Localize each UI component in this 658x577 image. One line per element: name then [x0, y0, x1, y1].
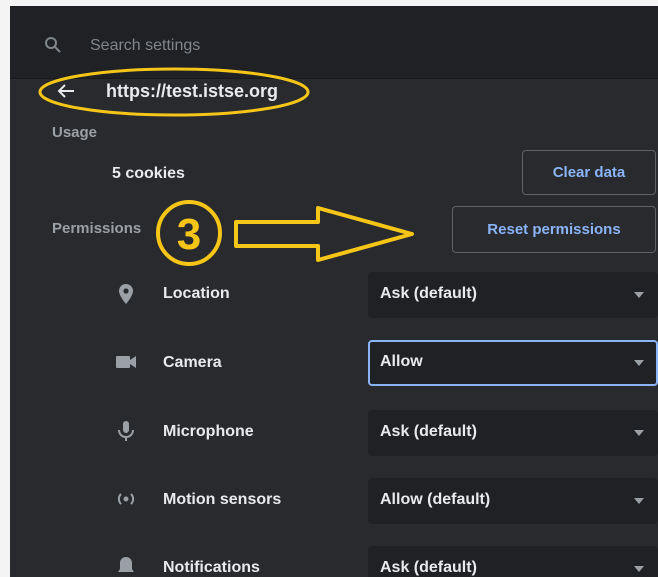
- site-url: https://test.istse.org: [106, 81, 279, 101]
- site-settings-panel: Search settings https://test.istse.org U…: [10, 6, 658, 577]
- permissions-heading: Permissions: [52, 220, 142, 237]
- cookies-count: 5 cookies: [112, 165, 185, 182]
- chevron-down-icon: [634, 292, 644, 298]
- chevron-down-icon: [634, 566, 644, 572]
- notifications-select-value: Ask (default): [380, 559, 477, 576]
- permission-label-location: Location: [163, 285, 230, 302]
- permission-label-microphone: Microphone: [163, 423, 254, 440]
- camera-select-value: Allow: [380, 353, 423, 370]
- notifications-bell-icon: [118, 557, 134, 572]
- chevron-down-icon: [634, 430, 644, 436]
- camera-icon: [116, 356, 136, 368]
- reset-permissions-button[interactable]: Reset permissions: [452, 206, 656, 253]
- usage-heading: Usage: [52, 124, 98, 141]
- chevron-down-icon: [634, 498, 644, 504]
- motion-sensors-select[interactable]: Allow (default): [368, 478, 658, 524]
- back-arrow-icon[interactable]: [56, 81, 76, 101]
- camera-select[interactable]: Allow: [368, 340, 658, 386]
- permission-label-motion-sensors: Motion sensors: [163, 491, 282, 508]
- location-pin-icon: [119, 284, 133, 304]
- location-select-value: Ask (default): [380, 285, 477, 302]
- permission-label-notifications: Notifications: [163, 559, 260, 576]
- location-select[interactable]: Ask (default): [368, 272, 658, 318]
- microphone-icon: [118, 421, 134, 441]
- notifications-select[interactable]: Ask (default): [368, 546, 658, 577]
- search-input[interactable]: Search settings: [90, 37, 200, 55]
- permission-label-camera: Camera: [163, 354, 222, 371]
- microphone-select[interactable]: Ask (default): [368, 410, 658, 456]
- clear-data-button[interactable]: Clear data: [522, 150, 656, 195]
- search-bar[interactable]: Search settings: [10, 6, 658, 79]
- microphone-select-value: Ask (default): [380, 423, 477, 440]
- chevron-down-icon: [634, 360, 644, 366]
- motion-sensors-select-value: Allow (default): [380, 491, 491, 508]
- search-icon: [45, 37, 61, 53]
- motion-sensors-icon: [117, 493, 135, 505]
